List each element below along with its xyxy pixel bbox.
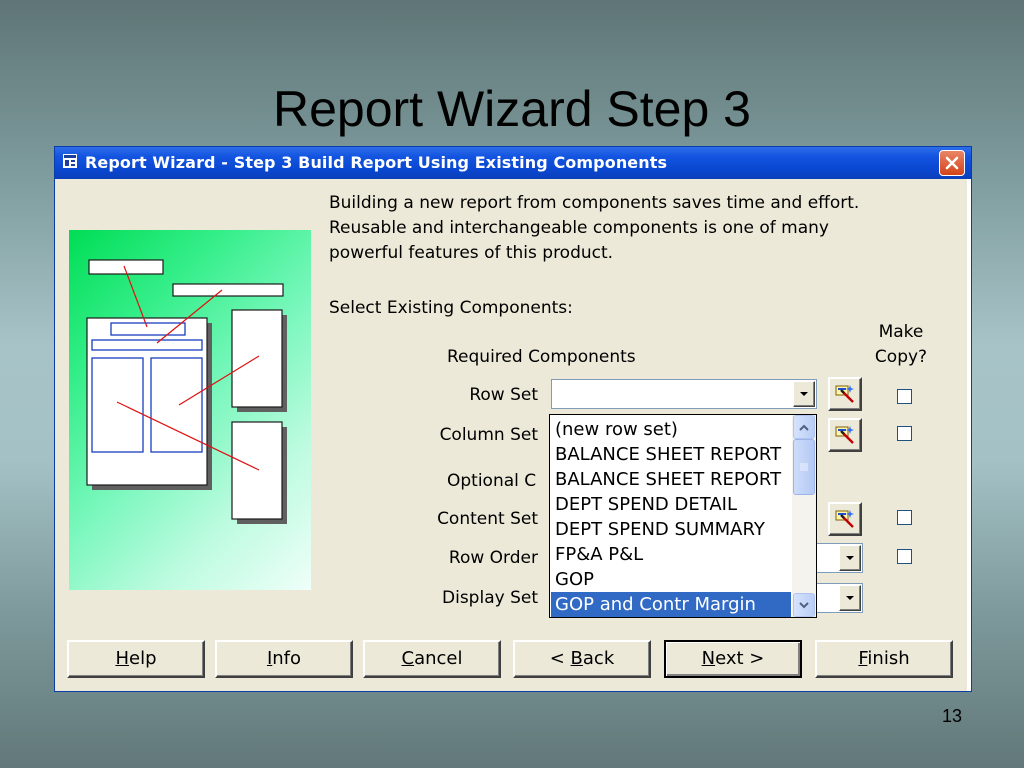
close-icon <box>945 156 959 170</box>
chevron-down-icon <box>800 392 808 396</box>
dropdown-option[interactable]: GOP <box>551 567 791 592</box>
optional-components-label: Optional C <box>447 471 537 491</box>
description-line: Reusable and interchangeable components … <box>329 218 829 238</box>
info-button[interactable]: Info <box>215 640 353 678</box>
magic-wand-icon <box>835 510 854 528</box>
dropdown-option[interactable]: FP&A P&L <box>551 542 791 567</box>
column-set-build-button[interactable] <box>828 418 862 452</box>
scroll-down-button[interactable] <box>793 593 815 617</box>
report-layout-illustration <box>69 230 311 590</box>
finish-button[interactable]: Finish <box>815 640 953 678</box>
chevron-down-icon <box>846 596 854 600</box>
next-label: ext <box>715 648 744 669</box>
help-mnemonic: H <box>115 648 130 669</box>
magic-wand-icon <box>835 426 854 444</box>
help-label: elp <box>129 648 157 669</box>
content-set-make-copy-checkbox[interactable] <box>897 510 912 525</box>
select-components-label: Select Existing Components: <box>329 298 573 318</box>
dropdown-option[interactable]: BALANCE SHEET REPORT <box>551 467 791 492</box>
row-order-dropdown-button[interactable] <box>839 545 861 571</box>
make-copy-header: Make Copy? <box>861 320 941 370</box>
scroll-thumb[interactable] <box>793 439 815 495</box>
cancel-label: ancel <box>414 648 463 669</box>
dropdown-option[interactable]: BALANCE SHEET REPORT <box>551 442 791 467</box>
dropdown-option[interactable]: DEPT SPEND SUMMARY <box>551 517 791 542</box>
scroll-up-button[interactable] <box>793 415 815 439</box>
info-label: nfo <box>272 648 302 669</box>
required-components-label: Required Components <box>447 347 636 367</box>
cancel-mnemonic: C <box>401 648 415 669</box>
column-set-make-copy-checkbox[interactable] <box>897 426 912 441</box>
dropdown-option-selected[interactable]: GOP and Contr Margin <box>551 592 791 617</box>
description-line: powerful features of this product. <box>329 243 614 263</box>
slide-number: 13 <box>941 706 962 726</box>
display-set-dropdown-button[interactable] <box>839 585 861 611</box>
dialog-titlebar[interactable]: Report Wizard - Step 3 Build Report Usin… <box>55 147 971 179</box>
row-set-make-copy-checkbox[interactable] <box>897 389 912 404</box>
chevron-down-icon <box>799 601 809 608</box>
row-order-make-copy-checkbox[interactable] <box>897 549 912 564</box>
cancel-button[interactable]: Cancel <box>363 640 501 678</box>
finish-label: inish <box>867 648 910 669</box>
back-prefix: < <box>549 648 571 669</box>
make-copy-line: Make <box>878 322 924 342</box>
help-button[interactable]: Help <box>67 640 205 678</box>
close-button[interactable] <box>939 150 965 176</box>
grip-icon <box>800 463 808 471</box>
chevron-down-icon <box>846 556 854 560</box>
make-copy-line: Copy? <box>874 347 928 367</box>
next-button[interactable]: Next > <box>664 640 802 678</box>
row-set-dropdown-list[interactable]: (new row set) BALANCE SHEET REPORT BALAN… <box>549 414 817 618</box>
back-button[interactable]: < Back <box>513 640 651 678</box>
wizard-app-icon <box>63 154 77 168</box>
content-set-label: Content Set <box>437 509 538 529</box>
row-order-label: Row Order <box>448 548 538 568</box>
next-mnemonic: N <box>701 648 716 669</box>
next-suffix: > <box>743 648 765 669</box>
dialog-title: Report Wizard - Step 3 Build Report Usin… <box>85 153 668 172</box>
dialog-edge <box>967 179 971 691</box>
report-layout-diagram <box>86 259 287 524</box>
back-label: ack <box>582 648 615 669</box>
slide-title: Report Wizard Step 3 <box>273 81 751 137</box>
report-wizard-dialog: Report Wizard - Step 3 Build Report Usin… <box>54 146 972 692</box>
content-set-build-button[interactable] <box>828 502 862 536</box>
dropdown-option[interactable]: (new row set) <box>551 417 791 442</box>
chevron-up-icon <box>799 424 809 431</box>
row-set-dropdown-button[interactable] <box>793 381 815 407</box>
display-set-label: Display Set <box>442 588 538 608</box>
row-set-combobox[interactable] <box>551 379 817 409</box>
magic-wand-icon <box>835 385 854 403</box>
back-mnemonic: B <box>570 648 583 669</box>
dropdown-scrollbar[interactable] <box>792 415 816 617</box>
wizard-description: Building a new report from components sa… <box>329 191 959 266</box>
description-line: Building a new report from components sa… <box>329 193 860 213</box>
dropdown-option[interactable]: DEPT SPEND DETAIL <box>551 492 791 517</box>
row-set-label: Row Set <box>469 385 538 405</box>
row-set-build-button[interactable] <box>828 377 862 411</box>
column-set-label: Column Set <box>439 425 538 445</box>
